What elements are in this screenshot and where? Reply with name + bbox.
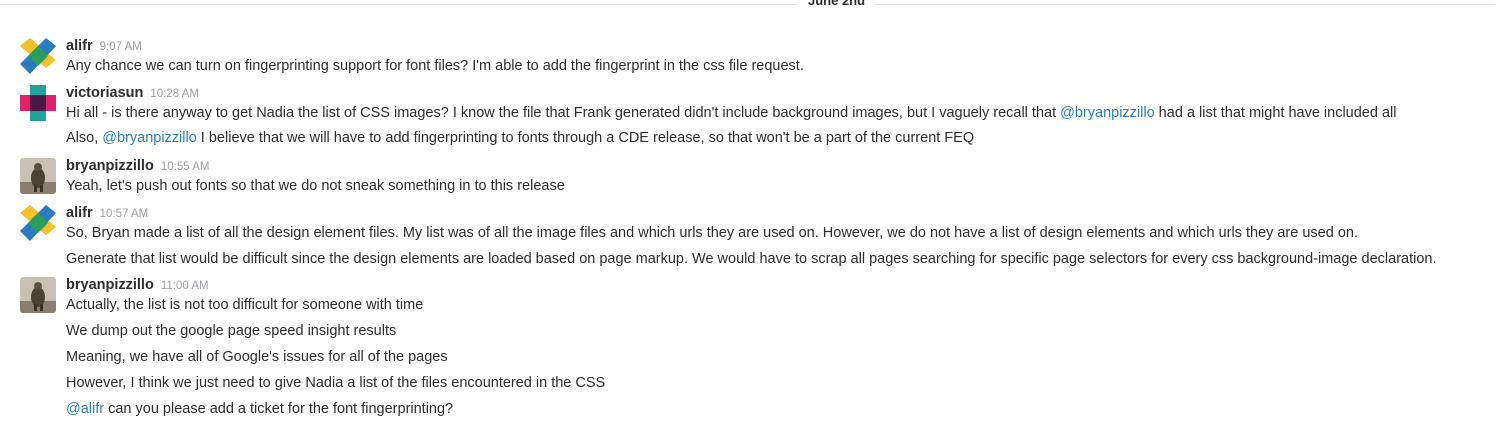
bryanpizzillo-avatar-icon[interactable]	[20, 158, 56, 194]
victoriasun-avatar-icon[interactable]	[20, 85, 56, 121]
user-mention-link[interactable]: @bryanpizzillo	[102, 130, 197, 146]
message-text: However, I think we just need to give Na…	[66, 373, 605, 393]
message-author[interactable]: bryanpizzillo	[66, 277, 154, 293]
message-timestamp[interactable]: 11:00 AM	[161, 280, 209, 292]
message-timestamp[interactable]: 10:55 AM	[161, 161, 210, 173]
message-text-segment: Also,	[66, 130, 103, 146]
alifr-avatar-icon[interactable]	[20, 38, 56, 74]
message-text: Actually, the list is not too difficult …	[66, 295, 423, 315]
message-text: We dump out the google page speed insigh…	[66, 321, 396, 341]
message-author[interactable]: alifr	[66, 205, 93, 221]
message-text-segment: Hi all - is there anyway to get Nadia th…	[66, 105, 1061, 121]
divider-line	[0, 4, 1495, 5]
bryanpizzillo-avatar-icon[interactable]	[20, 277, 56, 313]
user-mention-link[interactable]: @alifr	[66, 401, 104, 417]
message-text: Generate that list would be difficult si…	[66, 249, 1437, 269]
message-text-segment: had a list that might have included all	[1154, 105, 1397, 121]
message-text-segment: Generate that list would be difficult si…	[66, 251, 1437, 267]
message-timestamp[interactable]: 10:28 AM	[150, 88, 199, 100]
message-timestamp[interactable]: 10:57 AM	[100, 208, 149, 220]
message-author[interactable]: alifr	[66, 38, 93, 54]
message-text-segment: can you please add a ticket for the font…	[104, 401, 454, 417]
message-timestamp[interactable]: 9:07 AM	[100, 41, 142, 53]
alifr-avatar-icon[interactable]	[20, 205, 56, 241]
message-text: Any chance we can turn on fingerprinting…	[66, 56, 804, 76]
day-divider: June 2nd	[0, 0, 1503, 12]
message-text-segment: Actually, the list is not too difficult …	[66, 297, 424, 313]
message-text: @alifr can you please add a ticket for t…	[66, 399, 453, 419]
message-author[interactable]: bryanpizzillo	[66, 158, 154, 174]
user-mention-link[interactable]: @bryanpizzillo	[1060, 105, 1155, 121]
message-text: Also, @bryanpizzillo I believe that we w…	[66, 128, 974, 148]
message-text: Hi all - is there anyway to get Nadia th…	[66, 103, 1396, 123]
message-text: So, Bryan made a list of all the design …	[66, 223, 1358, 243]
message-text-segment: So, Bryan made a list of all the design …	[66, 225, 1358, 241]
message-text-segment: Yeah, let's push out fonts so that we do…	[66, 178, 565, 194]
message-text: Meaning, we have all of Google's issues …	[66, 347, 448, 367]
message-text-segment: We dump out the google page speed insigh…	[66, 323, 397, 339]
message-text-segment: Any chance we can turn on fingerprinting…	[66, 58, 804, 74]
message-text-segment: I believe that we will have to add finge…	[196, 130, 975, 146]
message-text: Yeah, let's push out fonts so that we do…	[66, 176, 565, 196]
day-divider-label: June 2nd	[798, 0, 876, 9]
message-author[interactable]: victoriasun	[66, 85, 143, 101]
message-text-segment: Meaning, we have all of Google's issues …	[66, 349, 448, 365]
message-text-segment: However, I think we just need to give Na…	[66, 375, 606, 391]
